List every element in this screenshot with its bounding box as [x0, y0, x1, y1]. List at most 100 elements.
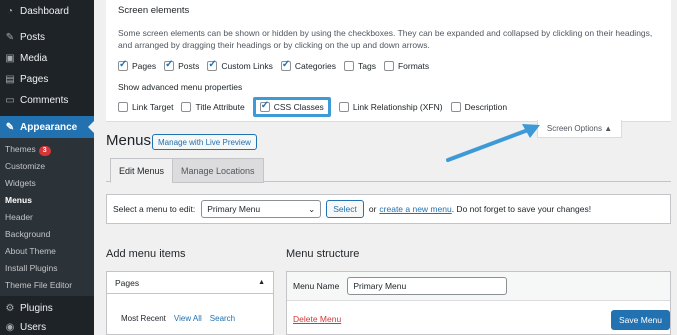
- advanced-properties-checkboxes: Link Target Title Attribute CSS Classes …: [118, 97, 515, 117]
- tab-view-all[interactable]: View All: [174, 314, 202, 323]
- advanced-properties-heading: Show advanced menu properties: [118, 82, 243, 92]
- sidebar-item-label: Media: [20, 52, 48, 64]
- page-title: Menus: [106, 132, 152, 149]
- sidebar-item-label: Posts: [20, 31, 46, 43]
- media-icon: ▣: [5, 52, 15, 64]
- sidebar-item-label: Pages: [20, 73, 49, 85]
- checkbox-categories[interactable]: Categories: [280, 59, 336, 71]
- submenu-item-about-theme[interactable]: About Theme: [5, 246, 56, 256]
- select-menu-label: Select a menu to edit:: [113, 204, 196, 214]
- sidebar-item-media[interactable]: ▣ Media: [0, 47, 94, 69]
- or-text: or: [368, 204, 377, 214]
- checkbox-label: Posts: [178, 61, 200, 71]
- tab-most-recent[interactable]: Most Recent: [121, 314, 166, 323]
- checkbox-posts[interactable]: Posts: [164, 59, 200, 71]
- save-reminder-text: . Do not forget to save your changes!: [451, 204, 592, 214]
- checkbox-box[interactable]: [343, 61, 354, 71]
- update-count-badge: 3: [38, 146, 51, 156]
- submenu-item-theme-file-editor[interactable]: Theme File Editor: [5, 280, 72, 290]
- checkbox-formats[interactable]: Formats: [383, 61, 430, 71]
- screen-elements-description: Some screen elements can be shown or hid…: [118, 28, 653, 50]
- menu-tabs: Edit Menus Manage Locations: [106, 156, 671, 183]
- plugins-icon: ⚙: [5, 302, 15, 314]
- checkbox-box[interactable]: [164, 59, 175, 71]
- sidebar-item-pages[interactable]: ▤ Pages: [0, 68, 94, 90]
- sidebar-item-users[interactable]: ◉ Users: [0, 316, 94, 335]
- checkbox-box[interactable]: [118, 102, 128, 112]
- screen-options-toggle[interactable]: Screen Options ▲: [537, 120, 622, 138]
- checkbox-box[interactable]: [450, 102, 461, 112]
- sidebar-item-appearance[interactable]: ✎ Appearance: [0, 116, 94, 138]
- menu-name-input[interactable]: Primary Menu: [347, 277, 508, 295]
- sidebar-item-label: Dashboard: [20, 5, 69, 17]
- chevron-down-icon: ⌄: [308, 203, 316, 214]
- pages-accordion-header[interactable]: Pages ▲: [107, 272, 273, 294]
- checkbox-link-target[interactable]: Link Target: [118, 102, 173, 112]
- checkbox-label: Pages: [132, 61, 157, 71]
- pin-icon: ✎: [5, 31, 15, 43]
- select-button[interactable]: Select: [326, 200, 364, 218]
- submenu-item-header[interactable]: Header: [5, 212, 33, 222]
- manage-live-preview-button[interactable]: Manage with Live Preview: [152, 134, 257, 150]
- menu-structure-panel: Menu Name Primary Menu Delete Menu Save …: [286, 271, 671, 335]
- sidebar-item-label: Users: [20, 321, 47, 333]
- pages-accordion: Pages ▲ Most Recent View All Search: [106, 271, 274, 335]
- checkbox-label: Title Attribute: [195, 102, 245, 112]
- delete-menu-link[interactable]: Delete Menu: [293, 314, 341, 324]
- checkbox-box[interactable]: [207, 59, 218, 71]
- collapse-arrow-icon: ▲: [258, 279, 265, 286]
- pages-accordion-title: Pages: [115, 277, 140, 288]
- checkbox-label: Formats: [397, 61, 430, 71]
- submenu-item-menus[interactable]: Menus: [5, 195, 32, 205]
- appearance-submenu: Themes 3 Customize Widgets Menus Header B…: [0, 138, 94, 296]
- checkbox-tags[interactable]: Tags: [343, 61, 376, 71]
- submenu-item-themes[interactable]: Themes 3: [5, 144, 51, 156]
- sidebar-item-label: Comments: [20, 94, 69, 106]
- checkbox-pages[interactable]: Pages: [118, 59, 157, 71]
- screen-elements-heading: Screen elements: [118, 5, 190, 16]
- sidebar-item-dashboard[interactable]: ◔ Dashboard: [0, 0, 94, 22]
- checkbox-custom-links[interactable]: Custom Links: [207, 59, 273, 71]
- submenu-item-widgets[interactable]: Widgets: [5, 178, 36, 188]
- checkbox-label: Categories: [294, 61, 336, 71]
- sidebar-item-label: Appearance: [20, 121, 78, 133]
- checkbox-title-attribute[interactable]: Title Attribute: [181, 102, 245, 112]
- checkbox-box[interactable]: [383, 61, 394, 71]
- menu-dropdown[interactable]: Primary Menu ⌄: [201, 200, 322, 218]
- checkbox-label: Tags: [357, 61, 376, 71]
- save-menu-button[interactable]: Save Menu: [611, 310, 670, 330]
- submenu-item-customize[interactable]: Customize: [5, 161, 45, 171]
- tab-manage-locations[interactable]: Manage Locations: [172, 158, 264, 183]
- brush-icon: ✎: [5, 121, 15, 133]
- checkbox-css-classes[interactable]: CSS Classes: [252, 97, 331, 117]
- checkbox-box[interactable]: [259, 100, 270, 112]
- pages-icon: ▤: [5, 73, 15, 85]
- comments-icon: ▭: [5, 94, 15, 106]
- menu-structure-heading: Menu structure: [286, 248, 360, 260]
- checkbox-box[interactable]: [118, 59, 128, 71]
- menu-name-label: Menu Name: [293, 281, 340, 291]
- checkbox-box[interactable]: [181, 102, 192, 112]
- checkbox-box[interactable]: [338, 102, 349, 112]
- checkbox-description[interactable]: Description: [450, 102, 508, 112]
- checkbox-label: Link Relationship (XFN): [352, 102, 443, 112]
- checkbox-label: Description: [464, 102, 508, 112]
- create-new-menu-link[interactable]: create a new menu: [379, 204, 451, 214]
- menu-name-row: Menu Name Primary Menu: [287, 272, 670, 301]
- submenu-label: Themes: [5, 144, 36, 154]
- dropdown-value: Primary Menu: [207, 204, 261, 214]
- tab-search[interactable]: Search: [210, 314, 235, 323]
- sidebar-item-posts[interactable]: ✎ Posts: [0, 26, 94, 48]
- submenu-item-install-plugins[interactable]: Install Plugins: [5, 263, 57, 273]
- checkbox-label: Link Target: [132, 102, 174, 112]
- checkbox-box[interactable]: [280, 59, 291, 71]
- checkbox-label: Custom Links: [221, 61, 273, 71]
- checkbox-link-relationship[interactable]: Link Relationship (XFN): [338, 102, 443, 112]
- checkbox-label: CSS Classes: [273, 102, 324, 112]
- tab-edit-menus[interactable]: Edit Menus: [110, 158, 174, 183]
- sidebar-item-label: Plugins: [20, 302, 53, 314]
- sidebar-item-comments[interactable]: ▭ Comments: [0, 89, 94, 111]
- screen-options-panel: Screen elements Some screen elements can…: [106, 0, 671, 122]
- add-menu-items-heading: Add menu items: [106, 248, 186, 260]
- submenu-item-background[interactable]: Background: [5, 229, 50, 239]
